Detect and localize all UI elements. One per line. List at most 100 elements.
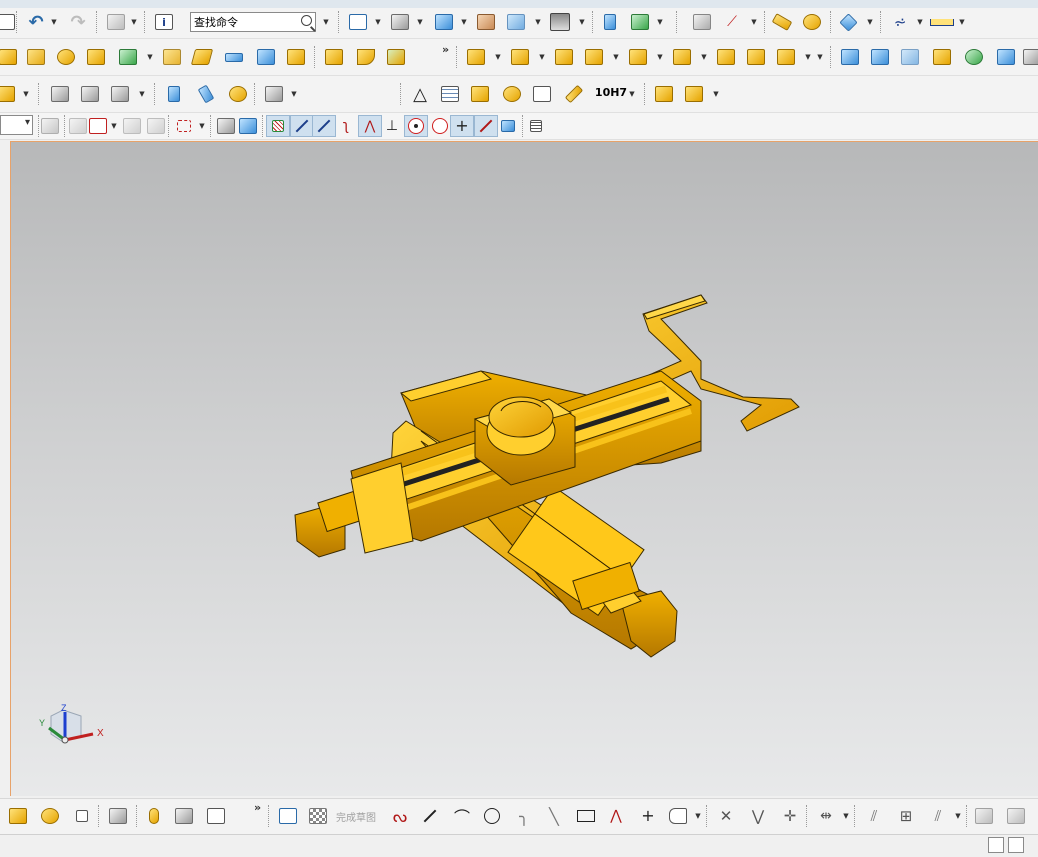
edit-text-icon[interactable] [562, 83, 586, 105]
line-icon[interactable] [418, 805, 442, 827]
pull-face-icon[interactable] [508, 46, 532, 68]
auto-constraint-icon[interactable]: ⫽ [926, 805, 950, 827]
move-icon[interactable] [598, 11, 622, 33]
group-face-icon[interactable] [774, 46, 798, 68]
more-features-icon[interactable]: » [442, 43, 449, 56]
rectangle-icon[interactable] [574, 805, 598, 827]
datum-dropdown[interactable]: ▼ [146, 46, 154, 68]
undo-icon[interactable]: ↶ [24, 11, 48, 33]
profile-sketch-icon[interactable]: ᔓ [388, 805, 412, 827]
fit-dropdown[interactable]: ▼ [628, 83, 636, 105]
profile-icon[interactable] [48, 83, 72, 105]
appearance-icon[interactable] [836, 11, 860, 33]
open-icon[interactable] [104, 11, 128, 33]
chamfer-sketch-icon[interactable]: ╲ [542, 805, 566, 827]
offset-dropdown[interactable]: ▼ [700, 46, 708, 68]
mate-icon[interactable] [70, 805, 94, 827]
information-icon[interactable]: i [152, 11, 176, 33]
background-dropdown[interactable]: ▼ [578, 11, 586, 33]
snap-midpoint-icon[interactable] [290, 115, 314, 137]
undo-dropdown[interactable]: ▼ [50, 11, 58, 33]
fillet-icon[interactable]: ╮ [512, 805, 536, 827]
appearance-dropdown[interactable]: ▼ [866, 11, 874, 33]
snap-endpoint-icon[interactable] [266, 115, 290, 137]
datum-target-icon[interactable] [468, 83, 492, 105]
search-icon[interactable] [301, 15, 312, 26]
edge-blend-icon[interactable] [354, 46, 378, 68]
fit-dropdown[interactable]: ▼ [374, 11, 382, 33]
studio-surface-icon[interactable] [1020, 46, 1038, 68]
delete-face-icon[interactable] [552, 46, 576, 68]
trim-body-icon[interactable] [284, 46, 308, 68]
replace-face-icon[interactable] [582, 46, 606, 68]
extract-body-icon[interactable] [78, 83, 102, 105]
annotation-dropdown[interactable]: ▼ [916, 11, 924, 33]
triangle-icon[interactable]: △ [408, 83, 432, 105]
note-icon[interactable] [530, 83, 554, 105]
explode-icon[interactable] [106, 805, 130, 827]
surface-mesh-icon[interactable] [868, 46, 892, 68]
finish-sketch-label[interactable]: 完成草图 [336, 809, 376, 824]
select-face-icon[interactable] [214, 115, 238, 137]
type-filter-select[interactable] [0, 115, 33, 135]
curve-dropdown[interactable]: ▼ [694, 805, 702, 827]
sync-dropdown[interactable]: ▼ [494, 46, 502, 68]
offset-region-icon[interactable] [670, 46, 694, 68]
fit-view-icon[interactable] [346, 11, 370, 33]
polygon-icon[interactable]: ⋀ [604, 805, 628, 827]
shell-icon[interactable] [254, 46, 278, 68]
graphics-window[interactable]: Z X Y [10, 141, 1038, 796]
quick-extend-icon[interactable]: ⋁ [746, 805, 770, 827]
spring-icon[interactable] [194, 83, 218, 105]
datum-plane-icon[interactable] [116, 46, 140, 68]
chamfer-icon[interactable] [384, 46, 408, 68]
measure-icon[interactable] [770, 11, 794, 33]
quick-trim-icon[interactable]: ✕ [714, 805, 738, 827]
unite-icon[interactable] [84, 46, 108, 68]
finish-sketch-icon[interactable] [306, 805, 330, 827]
analysis-icon[interactable] [800, 11, 824, 33]
select-dropdown[interactable]: ▼ [198, 115, 206, 137]
pattern-feature-icon[interactable] [54, 46, 78, 68]
pattern-face-icon[interactable] [24, 46, 48, 68]
surface-through-curves-icon[interactable] [838, 46, 862, 68]
redo-icon[interactable]: ↷ [66, 11, 90, 33]
rectangle-select-icon[interactable] [172, 115, 196, 137]
sketch-icon[interactable] [276, 805, 300, 827]
open-dropdown[interactable]: ▼ [130, 11, 138, 33]
snap-view-icon[interactable] [628, 11, 652, 33]
cube-dropdown[interactable]: ▼ [460, 11, 468, 33]
snap-dropdown[interactable]: ▼ [656, 11, 664, 33]
wave-link-icon[interactable] [172, 805, 196, 827]
weld-dropdown[interactable]: ▼ [138, 83, 146, 105]
fullscreen-icon[interactable] [1008, 837, 1024, 853]
select-body-icon[interactable] [236, 115, 260, 137]
constraint-dropdown[interactable]: ▼ [954, 805, 962, 827]
grid-icon[interactable] [524, 115, 548, 137]
rapid-dimension-icon[interactable]: ⇹ [814, 805, 838, 827]
resize-dropdown[interactable]: ▼ [656, 46, 664, 68]
snap-intersection-icon[interactable]: ʅ [334, 115, 358, 137]
fit-tolerance-icon[interactable]: 10H7 [595, 81, 627, 103]
bearing-icon[interactable] [262, 83, 286, 105]
relations-icon[interactable] [204, 805, 228, 827]
snap-control-point-icon[interactable] [312, 115, 336, 137]
annotation-icon[interactable]: ⩫ [888, 11, 912, 33]
snap-line-icon[interactable] [144, 115, 168, 137]
pull-dropdown[interactable]: ▼ [538, 46, 546, 68]
section-view-icon[interactable] [474, 11, 498, 33]
extrude-icon[interactable] [0, 46, 20, 68]
layers-icon[interactable] [690, 11, 714, 33]
snap-center-icon[interactable] [404, 115, 428, 137]
dimension-sketch-dropdown[interactable]: ▼ [842, 805, 850, 827]
snap-arc-center-icon[interactable]: ⋀ [358, 115, 382, 137]
table-feature-icon[interactable] [0, 83, 18, 105]
selection-status-icon[interactable] [988, 837, 1004, 853]
snap-quadrant-icon[interactable]: ⊥ [380, 115, 404, 137]
cube-view-icon[interactable] [432, 11, 456, 33]
thread-icon[interactable] [162, 83, 186, 105]
edit-section-icon[interactable] [504, 11, 528, 33]
dimension-icon[interactable] [930, 11, 954, 33]
make-coplanar-icon[interactable] [744, 46, 768, 68]
snap-surface-icon[interactable] [496, 115, 520, 137]
